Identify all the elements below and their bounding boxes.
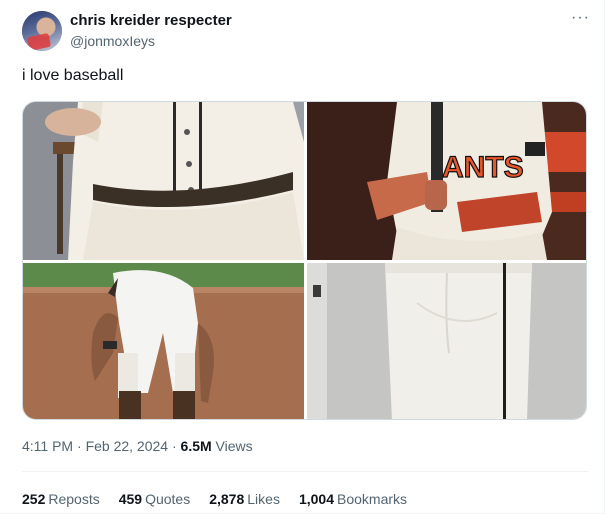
engagement-stats: 252 Reposts 459 Quotes 2,878 Likes 1,004 Boo… — [22, 490, 407, 508]
tweet-time[interactable]: 4:11 PM — [22, 438, 73, 454]
likes-count: 2,878 — [209, 491, 245, 507]
reposts-label: Reposts — [48, 491, 100, 507]
media-photo-4-image — [307, 263, 586, 419]
svg-text:ANTS: ANTS — [442, 151, 524, 184]
likes-stat[interactable]: 2,878 Likes — [209, 490, 280, 508]
bookmarks-count: 1,004 — [298, 491, 334, 507]
media-photo-3-image — [23, 263, 304, 419]
author-display-name[interactable]: chris kreider respecter — [70, 12, 232, 30]
media-photo-4[interactable] — [307, 263, 586, 419]
author-handle[interactable]: @jonmoxIeys — [70, 33, 155, 50]
media-photo-2-image: ANTS — [307, 102, 586, 260]
quotes-label: Quotes — [145, 491, 191, 507]
avatar[interactable] — [22, 11, 62, 51]
bookmarks-label: Bookmarks — [337, 491, 408, 507]
media-photo-1-image — [23, 102, 304, 260]
quotes-stat[interactable]: 459 Quotes — [119, 490, 191, 508]
views-count: 6.5M — [180, 438, 212, 454]
media-photo-1[interactable] — [23, 102, 304, 260]
media-grid: ANTS — [22, 101, 587, 420]
divider — [22, 471, 588, 472]
meta-separator: · — [168, 438, 181, 454]
tweet-card: chris kreider respecter @jonmoxIeys ··· … — [0, 0, 605, 514]
media-photo-3[interactable] — [23, 263, 304, 419]
media-photo-2[interactable]: ANTS — [307, 102, 586, 260]
reposts-stat[interactable]: 252 Reposts — [22, 490, 100, 508]
tweet-meta: 4:11 PM · Feb 22, 2024 · 6.5M Views — [22, 437, 253, 455]
more-options-icon[interactable]: ··· — [571, 10, 590, 26]
likes-label: Likes — [247, 491, 280, 507]
tweet-date[interactable]: Feb 22, 2024 — [86, 438, 169, 454]
views-label: Views — [215, 438, 253, 454]
bookmarks-stat[interactable]: 1,004 Bookmarks — [299, 490, 407, 508]
tweet-text: i love baseball — [22, 67, 124, 84]
reposts-count: 252 — [22, 491, 46, 507]
quotes-count: 459 — [118, 491, 143, 507]
meta-separator: · — [73, 438, 86, 454]
